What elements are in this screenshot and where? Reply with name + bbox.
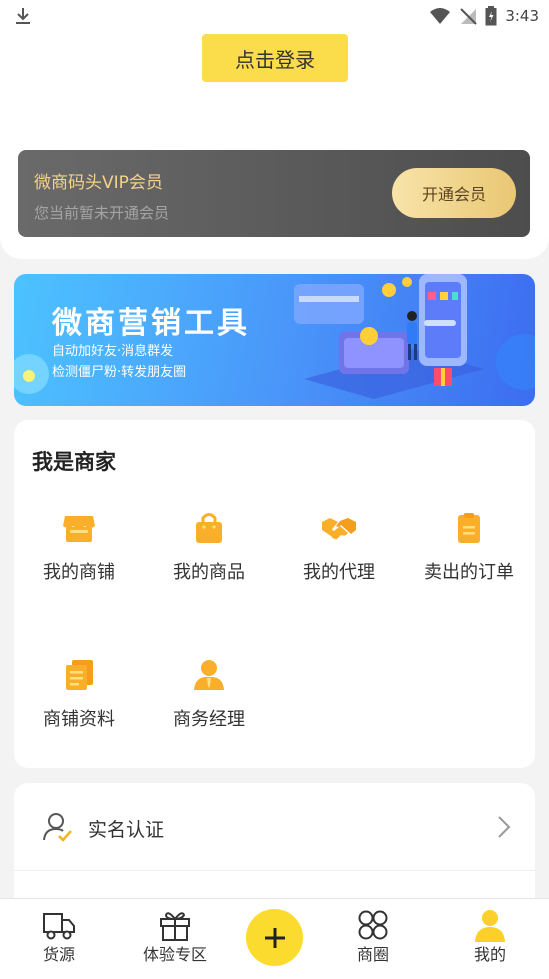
tab-business-circle[interactable]: 商圈 (318, 899, 428, 979)
handshake-icon (322, 518, 356, 540)
tab-business-circle-label: 商圈 (356, 945, 389, 964)
user-icon (475, 910, 505, 942)
business-manager-label: 商务经理 (173, 709, 245, 730)
store-icon (63, 516, 95, 542)
tab-mine[interactable]: 我的 (435, 899, 545, 979)
real-name-verification-row[interactable]: 实名认证 (14, 783, 535, 871)
no-signal-icon (459, 7, 478, 25)
bottom-tab-bar: 货源 体验专区 商圈 我的 (0, 898, 549, 979)
clipboard-icon (458, 513, 480, 543)
my-agents-label: 我的代理 (303, 562, 375, 583)
my-store-item[interactable]: 我的商铺 (14, 510, 144, 630)
shopping-bag-icon (196, 513, 222, 543)
sold-orders-item[interactable]: 卖出的订单 (404, 510, 534, 630)
my-agents-item[interactable]: 我的代理 (274, 510, 404, 630)
tab-experience-zone[interactable]: 体验专区 (120, 899, 230, 979)
chevron-right-icon (498, 816, 511, 838)
download-icon (14, 7, 32, 25)
open-membership-button[interactable]: 开通会员 (392, 168, 516, 218)
vip-membership-card: 微商码头VIP会员 您当前暂未开通会员 开通会员 (18, 150, 530, 237)
tab-mine-label: 我的 (473, 945, 506, 964)
tab-supply-label: 货源 (42, 945, 75, 964)
banner-title: 微商营销工具 (52, 306, 250, 341)
banner-feature-line-2: 检测僵尸粉·转发朋友圈 (52, 365, 187, 380)
store-info-label: 商铺资料 (43, 709, 115, 730)
merchant-section-title: 我是商家 (32, 450, 116, 474)
manager-icon (194, 660, 224, 690)
tab-supply[interactable]: 货源 (4, 899, 114, 979)
documents-icon (66, 660, 93, 690)
marketing-tools-banner[interactable]: 微商营销工具 自动加好友·消息群发 检测僵尸粉·转发朋友圈 (14, 274, 535, 406)
vip-subtitle: 您当前暂未开通会员 (34, 204, 170, 222)
my-store-label: 我的商铺 (43, 562, 115, 583)
merchant-section: 我是商家 我的商铺 我的商品 我的代理 卖出的订单 商铺资料 商务经理 (14, 420, 535, 768)
plus-icon (264, 927, 285, 948)
business-manager-item[interactable]: 商务经理 (144, 657, 274, 777)
store-info-item[interactable]: 商铺资料 (14, 657, 144, 777)
gift-icon (160, 912, 190, 941)
my-products-item[interactable]: 我的商品 (144, 510, 274, 630)
sold-orders-label: 卖出的订单 (424, 562, 514, 583)
banner-feature-line-1: 自动加好友·消息群发 (52, 344, 174, 359)
wifi-icon (429, 7, 451, 25)
tab-experience-zone-label: 体验专区 (142, 945, 207, 964)
add-button[interactable] (246, 909, 303, 966)
profile-header: 点击登录 微商码头VIP会员 您当前暂未开通会员 开通会员 (0, 32, 549, 259)
vip-title: 微商码头VIP会员 (34, 173, 163, 193)
login-button[interactable]: 点击登录 (202, 34, 348, 82)
real-name-verification-label: 实名认证 (88, 819, 165, 841)
battery-icon (485, 6, 497, 26)
status-bar: 3:43 (0, 0, 549, 32)
verified-user-icon (43, 813, 72, 842)
truck-icon (43, 913, 75, 940)
grid-icon (358, 910, 388, 940)
status-time: 3:43 (505, 7, 539, 25)
my-products-label: 我的商品 (173, 562, 245, 583)
